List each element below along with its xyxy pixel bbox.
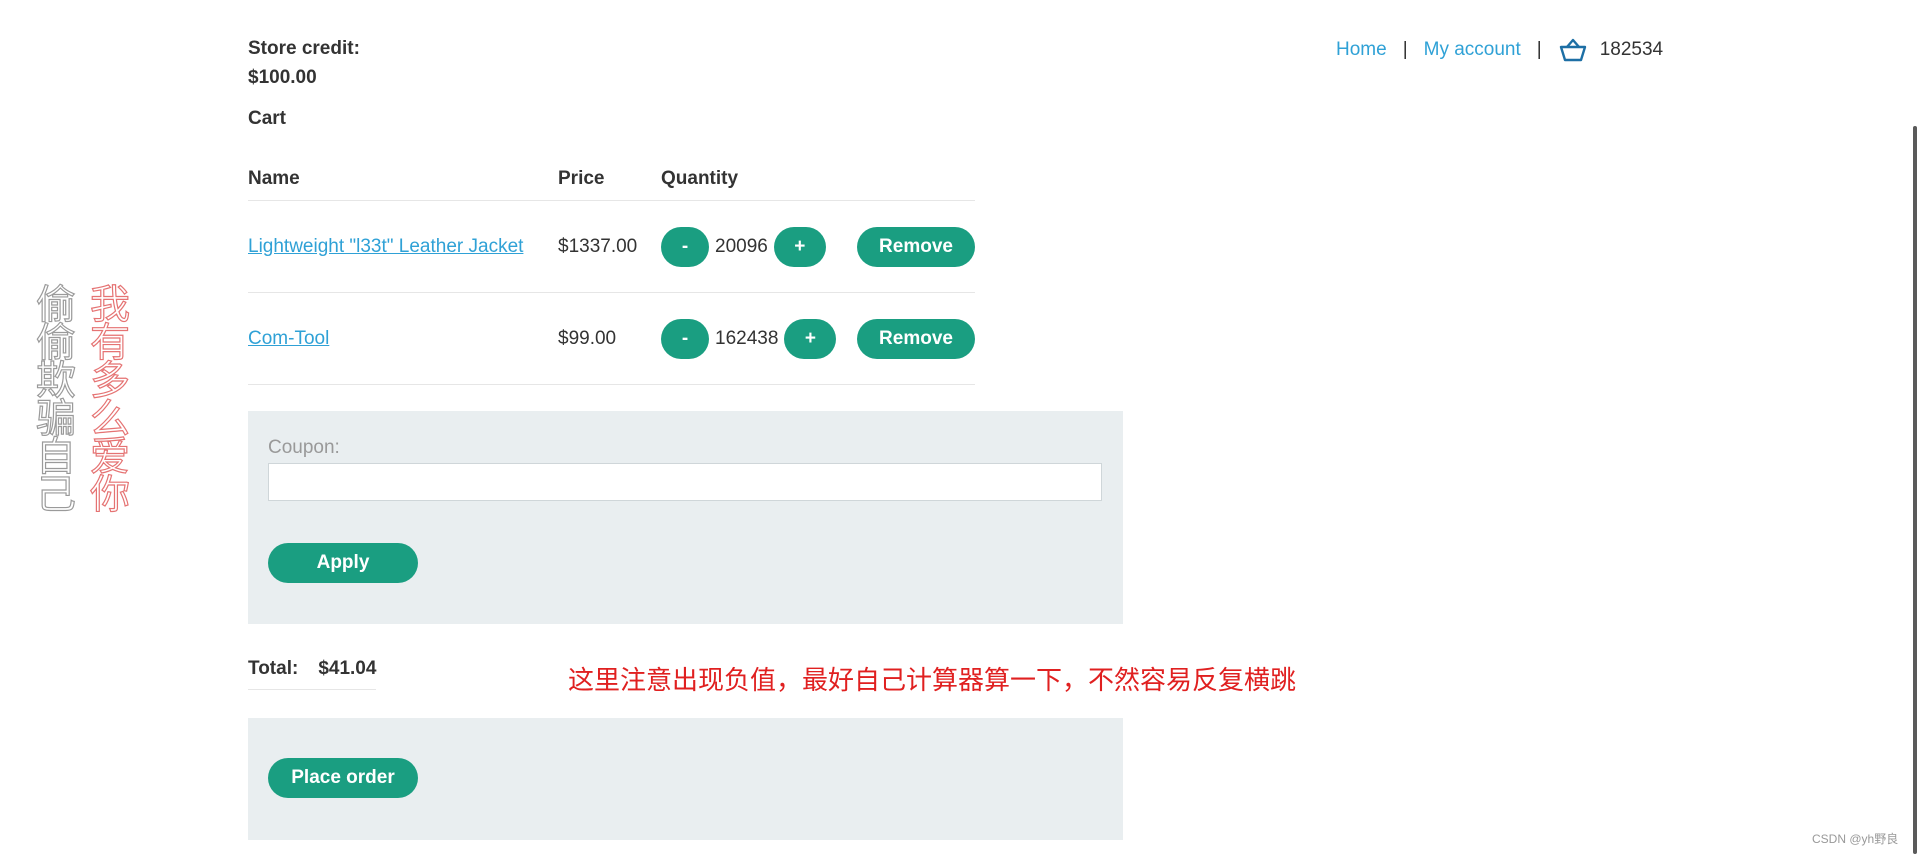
column-header-quantity: Quantity <box>661 168 739 189</box>
column-header-price: Price <box>558 168 605 189</box>
home-link[interactable]: Home <box>1336 39 1387 61</box>
cart-count: 182534 <box>1599 39 1664 60</box>
coupon-input[interactable] <box>268 463 1102 501</box>
annotation-note: 这里注意出现负值，最好自己计算器算一下，不然容易反复横跳 <box>568 666 1297 696</box>
table-row: Lightweight "l33t" Leather Jacket $1337.… <box>248 201 975 293</box>
total-label: Total: <box>248 658 299 679</box>
apply-coupon-button[interactable]: Apply <box>268 543 418 583</box>
store-credit-value: $100.00 <box>248 67 317 88</box>
coupon-label: Coupon: <box>268 437 340 458</box>
cart-table-header: Name Price Quantity <box>248 162 975 201</box>
order-total: Total: $41.04 <box>248 654 377 690</box>
decrease-quantity-button[interactable]: - <box>661 318 709 359</box>
cart-heading: Cart <box>248 108 287 129</box>
increase-quantity-button[interactable]: + <box>773 226 826 267</box>
watermark: CSDN @yh野良 <box>1812 832 1899 846</box>
coupon-panel: Coupon: Apply <box>248 411 1123 624</box>
product-link[interactable]: Lightweight "l33t" Leather Jacket <box>248 236 523 258</box>
vertical-caption-red: 我有多么爱你 <box>89 282 130 518</box>
cart-table: Name Price Quantity Lightweight "l33t" L… <box>248 162 975 385</box>
total-value: $41.04 <box>318 658 377 679</box>
product-link[interactable]: Com-Tool <box>248 328 329 350</box>
increase-quantity-button[interactable]: + <box>784 318 837 359</box>
nav-separator: | <box>1536 39 1542 60</box>
product-price: $99.00 <box>558 327 617 349</box>
quantity-stepper: - 162438 + <box>661 318 837 359</box>
place-order-panel: Place order <box>248 718 1123 840</box>
cart-icon[interactable] <box>1558 37 1588 63</box>
place-order-button[interactable]: Place order <box>268 758 418 798</box>
quantity-value: 20096 <box>715 235 768 257</box>
remove-button[interactable]: Remove <box>857 318 975 359</box>
table-row: Com-Tool $99.00 - 162438 + Remove <box>248 293 975 385</box>
quantity-value: 162438 <box>715 327 779 349</box>
remove-button[interactable]: Remove <box>857 226 975 267</box>
vertical-caption-gray: 偷偷欺骗自己 <box>35 282 76 518</box>
nav-separator: | <box>1402 39 1408 60</box>
product-price: $1337.00 <box>558 235 638 257</box>
my-account-link[interactable]: My account <box>1424 39 1521 61</box>
store-credit-label: Store credit: <box>248 38 360 59</box>
top-nav: Home | My account | 182534 <box>1336 38 1663 62</box>
scrollbar[interactable] <box>1913 126 1917 854</box>
quantity-stepper: - 20096 + <box>661 226 826 267</box>
decrease-quantity-button[interactable]: - <box>661 226 709 267</box>
column-header-name: Name <box>248 168 300 189</box>
